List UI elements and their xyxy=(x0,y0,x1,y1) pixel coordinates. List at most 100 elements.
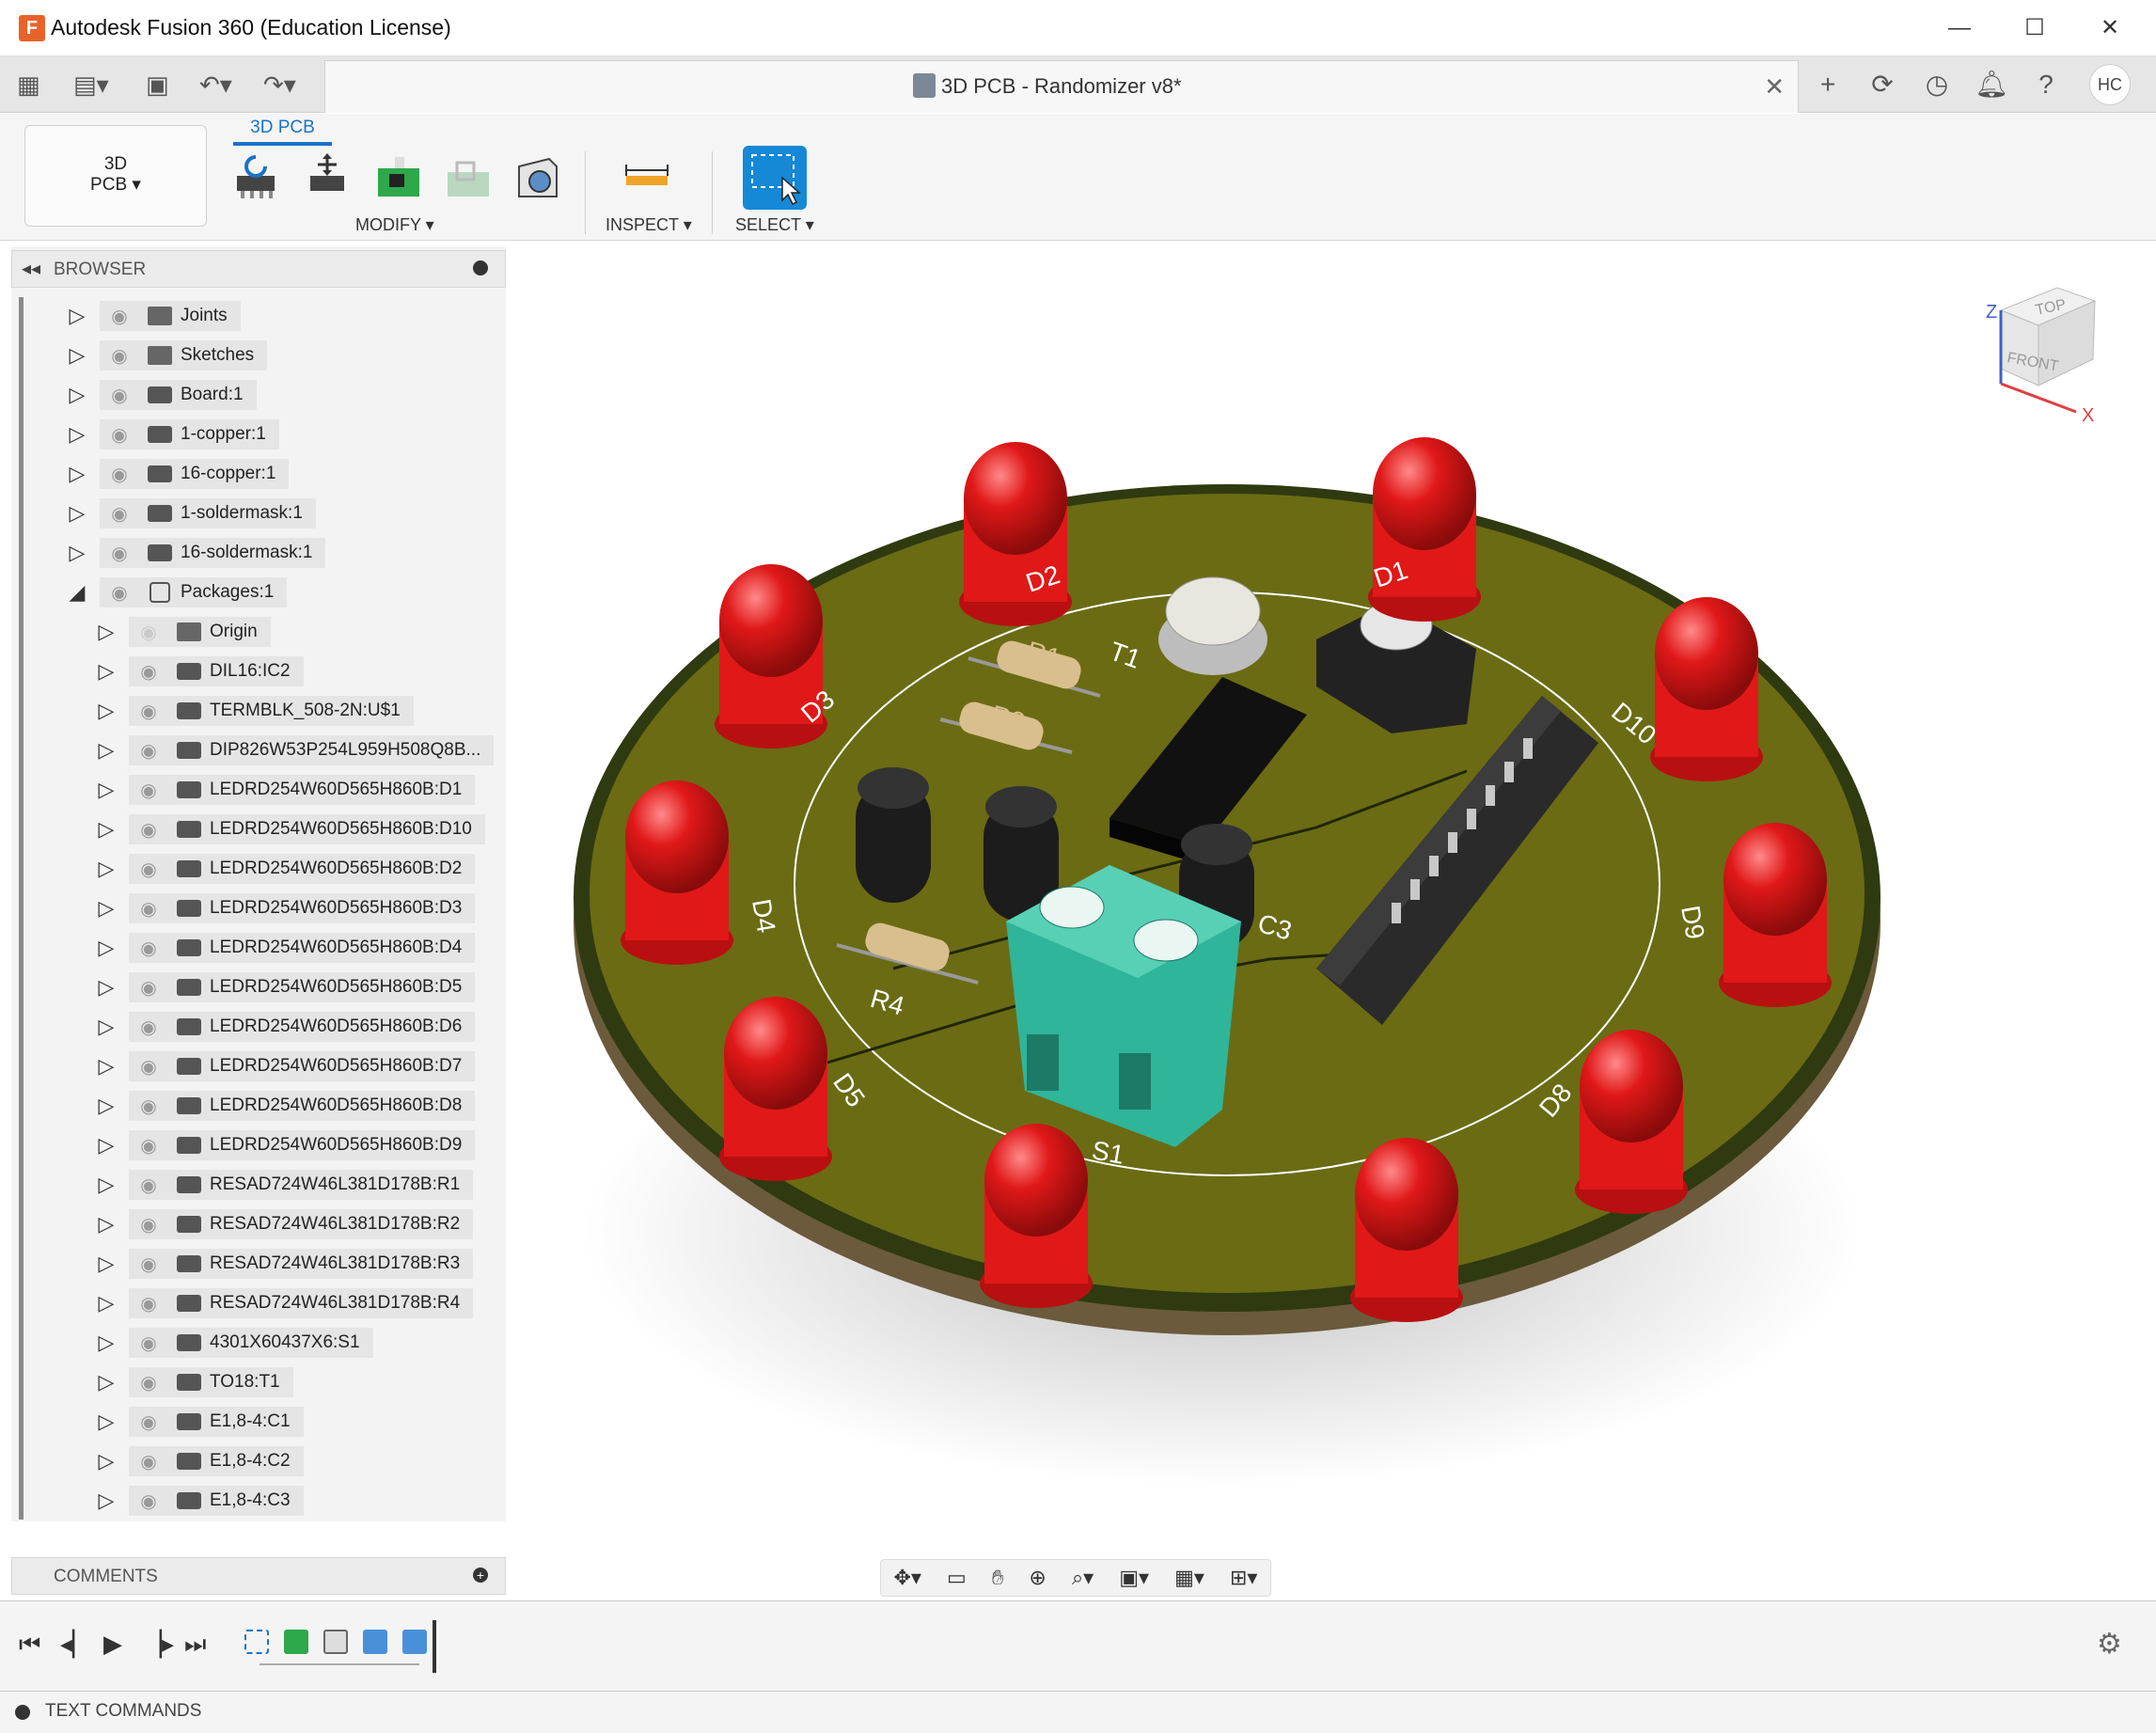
browser-item-body[interactable]: ◉ LEDRD254W60D565H860B:D10 xyxy=(129,814,485,844)
red-led[interactable] xyxy=(1575,1030,1688,1214)
add-comment-icon[interactable]: + xyxy=(473,1568,488,1583)
3d-viewport[interactable]: D1 D2 D3 D4 D5 D8 D9 D10 T1 R1 R2 R4 C3 … xyxy=(508,241,2148,1599)
browser-item[interactable]: ▷ ◉ RESAD724W46L381D178B:R2 xyxy=(93,1207,474,1241)
move-package-icon[interactable] xyxy=(301,151,354,204)
file-menu-icon[interactable]: ▤▾ xyxy=(73,68,109,102)
timeline-marker[interactable] xyxy=(433,1620,436,1673)
redo-icon[interactable]: ↷▾ xyxy=(263,68,296,102)
visibility-eye-icon[interactable]: ◉ xyxy=(129,818,168,842)
browser-item-body[interactable]: ◉ DIP826W53P254L959H508Q8B... xyxy=(129,735,495,765)
comments-panel[interactable]: COMMENTS + xyxy=(11,1557,506,1595)
browser-item-body[interactable]: ◉ RESAD724W46L381D178B:R4 xyxy=(129,1288,474,1318)
expand-triangle-icon[interactable]: ▷ xyxy=(93,852,119,886)
browser-item-body[interactable]: ◉ RESAD724W46L381D178B:R1 xyxy=(129,1170,474,1200)
red-led[interactable] xyxy=(719,997,832,1181)
expand-triangle-icon[interactable]: ▷ xyxy=(93,1128,119,1162)
push-to-board-icon[interactable] xyxy=(229,151,282,204)
expand-triangle-icon[interactable]: ▷ xyxy=(93,970,119,1004)
expand-triangle-icon[interactable]: ▷ xyxy=(93,1405,119,1439)
expand-triangle-icon[interactable]: ▷ xyxy=(93,1326,119,1360)
browser-item-body[interactable]: ◉ E1,8-4:C1 xyxy=(129,1407,304,1437)
expand-triangle-icon[interactable]: ▷ xyxy=(93,1444,119,1478)
browser-item-body[interactable]: ◉ TERMBLK_508-2N:U$1 xyxy=(129,696,414,726)
visibility-eye-icon[interactable]: ◉ xyxy=(100,305,139,328)
browser-item-body[interactable]: ◉ 16-copper:1 xyxy=(100,459,290,489)
visibility-eye-icon[interactable]: ◉ xyxy=(129,976,168,1000)
timeline-feature-body-icon[interactable] xyxy=(323,1630,348,1654)
pan-hand-icon[interactable]: ✋︎ xyxy=(992,1566,1004,1590)
visibility-eye-icon[interactable]: ◉ xyxy=(129,1174,168,1197)
browser-header[interactable]: ◂◂ BROWSER xyxy=(11,250,506,288)
close-tab-button[interactable]: ✕ xyxy=(1764,72,1785,102)
visibility-eye-icon[interactable]: ◉ xyxy=(100,542,139,565)
expand-text-commands-icon[interactable] xyxy=(15,1705,30,1720)
workspace-switcher[interactable]: 3D PCB ▾ xyxy=(24,125,207,227)
browser-item-body[interactable]: ◉ 1-copper:1 xyxy=(100,419,279,449)
expand-triangle-icon[interactable]: ▷ xyxy=(93,1484,119,1518)
notifications-bell-icon[interactable]: 🔔︎ xyxy=(1971,64,2012,105)
expand-triangle-icon[interactable]: ▷ xyxy=(93,1168,119,1202)
browser-item-body[interactable]: ◉ LEDRD254W60D565H860B:D7 xyxy=(129,1051,476,1081)
go-to-start-icon[interactable]: ⏮ xyxy=(19,1630,40,1660)
browser-item-body[interactable]: ◉ RESAD724W46L381D178B:R3 xyxy=(129,1249,474,1279)
expand-triangle-icon[interactable]: ▷ xyxy=(93,1010,119,1044)
expand-triangle-icon[interactable]: ▷ xyxy=(64,536,90,570)
capacitor-c1[interactable] xyxy=(856,767,931,903)
timeline-feature-decal-icon[interactable] xyxy=(402,1630,427,1654)
browser-item[interactable]: ▷ ◉ LEDRD254W60D565H860B:D1 xyxy=(93,773,476,807)
visibility-eye-icon[interactable]: ◉ xyxy=(129,1371,168,1394)
collapse-panel-icon[interactable]: ◂◂ xyxy=(22,257,40,280)
browser-item-body[interactable]: ◉ Packages:1 xyxy=(100,577,288,607)
visibility-eye-icon[interactable]: ◉ xyxy=(129,660,168,684)
browser-item-body[interactable]: ◉ E1,8-4:C2 xyxy=(129,1446,304,1476)
visibility-eye-icon[interactable]: ◉ xyxy=(129,1213,168,1237)
go-to-end-icon[interactable]: ⏭ xyxy=(184,1630,206,1660)
expand-triangle-icon[interactable]: ▷ xyxy=(93,615,119,649)
close-window-button[interactable]: ✕ xyxy=(2082,9,2138,47)
browser-item-body[interactable]: ◉ LEDRD254W60D565H860B:D8 xyxy=(129,1091,476,1121)
browser-item[interactable]: ▷ ◉ DIP826W53P254L959H508Q8B... xyxy=(93,733,495,767)
browser-item[interactable]: ▷ ◉ LEDRD254W60D565H860B:D3 xyxy=(93,891,476,925)
browser-item-body[interactable]: ◉ LEDRD254W60D565H860B:D4 xyxy=(129,933,476,963)
browser-item-body[interactable]: ◉ LEDRD254W60D565H860B:D1 xyxy=(129,775,476,805)
step-back-icon[interactable]: ◂▏ xyxy=(60,1630,91,1659)
browser-item[interactable]: ▷ ◉ LEDRD254W60D565H860B:D6 xyxy=(93,1010,476,1044)
expand-triangle-icon[interactable]: ▷ xyxy=(93,773,119,807)
user-avatar[interactable]: HC xyxy=(2089,64,2131,105)
browser-item[interactable]: ▷ ◉ Origin xyxy=(93,615,271,649)
browser-item[interactable]: ▷ ◉ LEDRD254W60D565H860B:D9 xyxy=(93,1128,476,1162)
visibility-eye-icon[interactable]: ◉ xyxy=(129,858,168,881)
visibility-eye-icon[interactable]: ◉ xyxy=(129,1016,168,1039)
red-led[interactable] xyxy=(621,780,733,965)
visibility-eye-icon[interactable]: ◉ xyxy=(129,1331,168,1355)
browser-item[interactable]: ▷ ◉ RESAD724W46L381D178B:R1 xyxy=(93,1168,474,1202)
expand-triangle-icon[interactable]: ▷ xyxy=(93,654,119,688)
text-commands-bar[interactable]: TEXT COMMANDS xyxy=(0,1691,2156,1733)
browser-item[interactable]: ▷ ◉ RESAD724W46L381D178B:R4 xyxy=(93,1286,474,1320)
expand-triangle-icon[interactable]: ▷ xyxy=(93,733,119,767)
browser-item[interactable]: ▷ ◉ 1-soldermask:1 xyxy=(64,496,316,530)
expand-triangle-icon[interactable]: ▷ xyxy=(93,1089,119,1123)
pcb-3d-model[interactable]: D1 D2 D3 D4 D5 D8 D9 D10 T1 R1 R2 R4 C3 … xyxy=(508,241,2148,1599)
visibility-eye-icon[interactable]: ◉ xyxy=(129,779,168,802)
browser-item[interactable]: ▷ ◉ LEDRD254W60D565H860B:D8 xyxy=(93,1089,476,1123)
visibility-eye-icon[interactable]: ◉ xyxy=(129,621,168,644)
browser-item[interactable]: ▷ ◉ Joints xyxy=(64,299,241,333)
select-tool-icon[interactable] xyxy=(743,146,807,210)
browser-item[interactable]: ▷ ◉ E1,8-4:C3 xyxy=(93,1484,304,1518)
visibility-eye-icon[interactable]: ◉ xyxy=(100,344,139,368)
visibility-eye-icon[interactable]: ◉ xyxy=(100,423,139,447)
browser-item[interactable]: ▷ ◉ TERMBLK_508-2N:U$1 xyxy=(93,694,414,728)
grid-snaps-icon[interactable]: ▦▾ xyxy=(1174,1566,1204,1590)
browser-item[interactable]: ▷ ◉ E1,8-4:C2 xyxy=(93,1444,304,1478)
browser-item[interactable]: ▷ ◉ 4301X60437X6:S1 xyxy=(93,1326,373,1360)
browser-item[interactable]: ▷ ◉ RESAD724W46L381D178B:R3 xyxy=(93,1247,474,1281)
save-icon[interactable]: ▣ xyxy=(146,68,169,102)
minimize-panel-icon[interactable] xyxy=(473,260,488,276)
collapse-triangle-icon[interactable]: ◢ xyxy=(64,575,90,609)
browser-item[interactable]: ▷ ◉ E1,8-4:C1 xyxy=(93,1405,304,1439)
tab-3d-pcb[interactable]: 3D PCB xyxy=(233,118,332,146)
browser-item[interactable]: ▷ ◉ LEDRD254W60D565H860B:D7 xyxy=(93,1049,476,1083)
measure-icon[interactable] xyxy=(621,151,673,204)
expand-triangle-icon[interactable]: ▷ xyxy=(93,1286,119,1320)
